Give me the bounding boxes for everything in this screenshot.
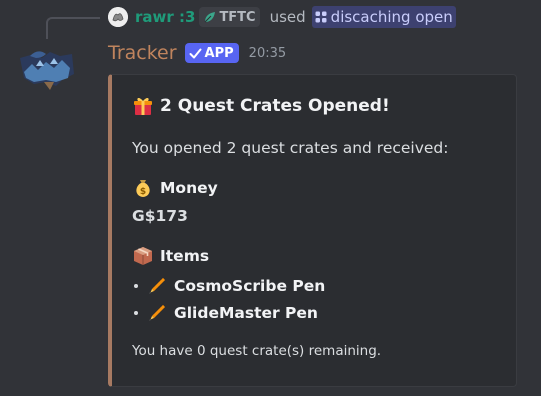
package-icon bbox=[132, 245, 154, 267]
embed-card: 2 Quest Crates Opened! You opened 2 ques… bbox=[108, 74, 517, 387]
items-field-name: Items bbox=[132, 245, 209, 267]
message-header: Tracker APP 20:35 bbox=[108, 40, 286, 66]
embed-description: You opened 2 quest crates and received: bbox=[132, 139, 449, 157]
items-label: Items bbox=[160, 247, 210, 265]
checkmark-icon bbox=[189, 48, 202, 58]
pen-icon bbox=[146, 302, 168, 324]
embed-title-text: 2 Quest Crates Opened! bbox=[160, 96, 390, 116]
money-value: G$173 bbox=[132, 207, 188, 225]
svg-text:$: $ bbox=[140, 187, 146, 197]
app-badge: APP bbox=[184, 43, 239, 63]
guild-tag[interactable]: TFTC bbox=[199, 7, 260, 27]
bullet-icon bbox=[134, 311, 138, 315]
command-mention[interactable]: discaching open bbox=[311, 6, 456, 28]
chat-message: rawr :3 TFTC used discaching open Tracke… bbox=[0, 0, 541, 396]
item-label: CosmoScribe Pen bbox=[174, 277, 326, 295]
author-avatar[interactable] bbox=[16, 44, 78, 92]
guild-tag-label: TFTC bbox=[219, 9, 256, 25]
money-bag-icon: $ bbox=[132, 177, 154, 199]
list-item: GlideMaster Pen bbox=[132, 302, 318, 324]
list-item: CosmoScribe Pen bbox=[132, 275, 325, 297]
author-username[interactable]: Tracker bbox=[108, 42, 177, 64]
reply-used-text: used bbox=[269, 8, 306, 26]
money-label: Money bbox=[160, 179, 218, 197]
money-field-name: $ Money bbox=[132, 177, 218, 199]
app-badge-label: APP bbox=[204, 45, 234, 61]
reply-connector-line bbox=[46, 17, 100, 39]
reply-reference[interactable]: rawr :3 TFTC used discaching open bbox=[108, 5, 456, 29]
embed-footer-text: You have 0 quest crate(s) remaining. bbox=[132, 343, 382, 359]
leaf-icon bbox=[205, 11, 216, 22]
reply-username[interactable]: rawr :3 bbox=[135, 8, 195, 26]
message-timestamp[interactable]: 20:35 bbox=[249, 46, 286, 61]
command-name: discaching open bbox=[330, 8, 453, 26]
item-label: GlideMaster Pen bbox=[174, 304, 318, 322]
gift-icon bbox=[132, 95, 154, 117]
bullet-icon bbox=[134, 284, 138, 288]
pen-icon bbox=[146, 275, 168, 297]
embed-title: 2 Quest Crates Opened! bbox=[132, 95, 390, 117]
slash-command-icon bbox=[315, 11, 327, 23]
reply-avatar[interactable] bbox=[108, 7, 128, 27]
